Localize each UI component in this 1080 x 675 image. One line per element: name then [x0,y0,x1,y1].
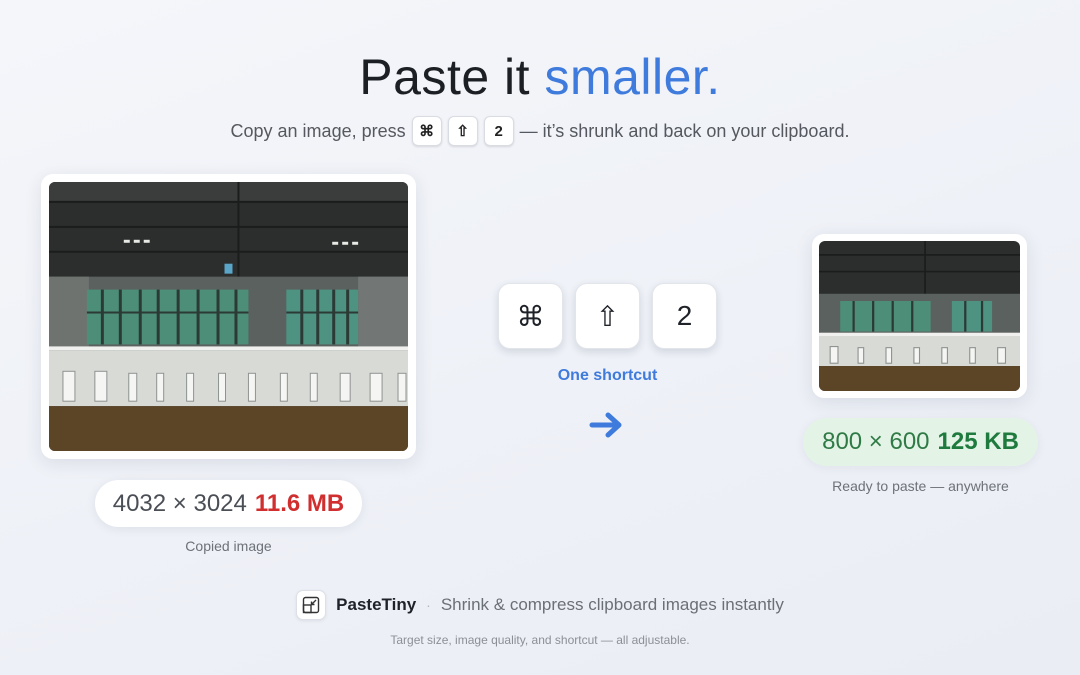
original-photo [49,182,408,451]
command-key-icon: ⌘ [411,116,442,146]
subtitle-suffix: — it’s shrunk and back on your clipboard… [519,120,850,141]
command-key-icon: ⌘ [498,283,563,349]
original-size-badge: 4032 × 3024 11.6 MB [95,480,362,527]
original-image-card [41,174,416,459]
brand-name: PasteTiny [336,595,417,614]
original-file-size: 11.6 MB [254,489,345,517]
original-dimensions: 4032 × 3024 [112,489,247,517]
title-prefix: Paste it [359,49,531,105]
result-image-card [812,234,1027,398]
result-dimensions: 800 × 600 [822,428,930,455]
result-photo [819,241,1020,391]
resize-icon [296,590,327,620]
title-accent: smaller. [544,49,721,105]
original-caption: Copied image [185,538,272,554]
page-title: Paste it smaller. [0,48,1080,106]
subtitle-prefix: Copy an image, press [230,120,406,141]
result-caption: Ready to paste — anywhere [832,478,1009,494]
subtitle: Copy an image, press ⌘ ⇧ 2 — it’s shrunk… [0,116,1080,146]
footer-brand: PasteTiny · Shrink & compress clipboard … [0,590,1080,620]
two-key: 2 [652,283,717,349]
result-size-badge: 800 × 600 125 KB [803,418,1038,466]
shift-key-icon: ⇧ [447,116,478,146]
shortcut-label: One shortcut [557,367,658,384]
two-key: 2 [483,116,514,146]
arrow-right-icon [589,412,622,438]
separator: · [426,597,431,613]
tagline: Shrink & compress clipboard images insta… [440,595,784,614]
fine-print: Target size, image quality, and shortcut… [390,633,690,647]
shortcut-keys: ⌘ ⇧ 2 [498,283,717,349]
result-file-size: 125 KB [937,428,1019,455]
shift-key-icon: ⇧ [575,283,640,349]
